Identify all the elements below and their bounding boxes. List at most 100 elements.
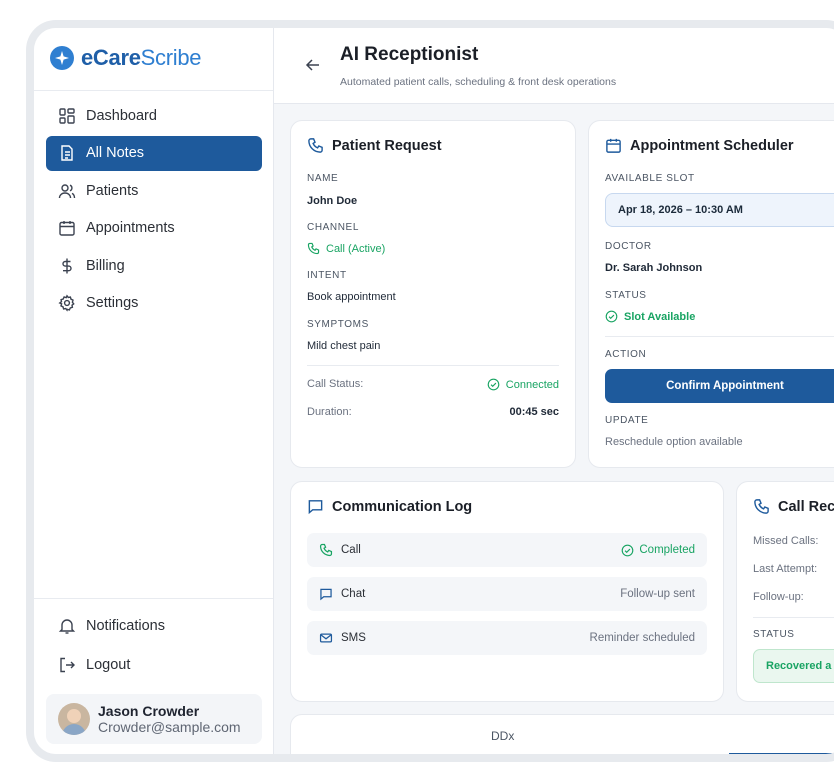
log-channel: SMS <box>341 632 366 644</box>
log-row-sms[interactable]: SMS Reminder scheduled <box>307 621 707 655</box>
chat-icon <box>308 500 323 515</box>
status-value: Slot Available <box>605 310 695 323</box>
calendar-icon <box>606 138 621 153</box>
name-label: NAME <box>307 173 339 184</box>
avatar <box>58 703 90 735</box>
mail-icon <box>319 633 333 643</box>
grid-icon <box>59 107 75 124</box>
sidebar-item-billing[interactable]: Billing <box>46 248 262 283</box>
log-row-call[interactable]: Call Completed <box>307 533 707 567</box>
action-label: ACTION <box>605 349 647 360</box>
confirm-appointment-button[interactable]: Confirm Appointment <box>605 369 834 403</box>
duration-value: 00:45 sec <box>509 406 559 418</box>
check-circle-icon <box>487 378 500 391</box>
main-content: AI Receptionist Automated patient calls,… <box>274 28 834 754</box>
card-title: Patient Request <box>307 137 442 154</box>
divider <box>34 598 273 599</box>
page-subtitle: Automated patient calls, scheduling & fr… <box>340 76 617 88</box>
sidebar-item-label: Patients <box>86 182 139 199</box>
patient-name: John Doe <box>307 195 358 207</box>
calendar-icon <box>59 221 75 236</box>
status-label: STATUS <box>605 290 647 301</box>
symptoms-label: SYMPTOMS <box>307 319 369 330</box>
patient-request-card: Patient Request NAME John Doe CHANNEL Ca… <box>290 120 576 468</box>
call-status-label: Call Status: <box>307 378 364 390</box>
tab-ddx[interactable]: DDx <box>491 729 514 743</box>
recovery-status-badge: Recovered a <box>753 649 834 683</box>
sidebar-nav: Dashboard All Notes Patients Appointment… <box>46 98 262 323</box>
sidebar-item-notifications[interactable]: Notifications <box>46 608 262 643</box>
symptoms-value: Mild chest pain <box>307 340 381 352</box>
available-slot-select[interactable]: Apr 18, 2026 – 10:30 AM <box>605 193 834 227</box>
log-row-chat[interactable]: Chat Follow-up sent <box>307 577 707 611</box>
phone-icon <box>307 242 320 255</box>
sidebar-item-label: All Notes <box>86 145 145 161</box>
log-status: Reminder scheduled <box>589 632 695 644</box>
doctor-label: DOCTOR <box>605 241 652 252</box>
card-title: Communication Log <box>307 498 472 515</box>
check-circle-icon <box>622 544 634 556</box>
sidebar-bottom-nav: Notifications Logout <box>46 608 262 685</box>
brand-logo[interactable]: eCareScribe <box>50 42 202 74</box>
user-email: Crowder@sample.com <box>98 718 241 735</box>
sidebar-item-all-notes[interactable]: All Notes <box>46 135 262 171</box>
divider <box>34 90 273 91</box>
sidebar-item-dashboard[interactable]: Dashboard <box>46 98 262 133</box>
doctor-value: Dr. Sarah Johnson <box>605 262 703 274</box>
update-label: UPDATE <box>605 415 649 426</box>
log-channel: Chat <box>341 588 366 600</box>
phone-icon <box>754 499 769 514</box>
sidebar-item-label: Settings <box>86 295 139 311</box>
communication-log-card: Communication Log Call Completed Chat Fo… <box>290 481 724 702</box>
sparkle-icon <box>50 46 74 70</box>
slot-label: AVAILABLE SLOT <box>605 173 695 184</box>
status-label: STATUS <box>753 629 795 640</box>
follow-up-label: Follow-up: <box>753 591 804 603</box>
back-arrow-icon[interactable] <box>304 56 322 74</box>
divider <box>605 336 834 337</box>
last-attempt-label: Last Attempt: <box>753 563 818 575</box>
page-header: AI Receptionist Automated patient calls,… <box>274 28 834 104</box>
logout-icon <box>60 657 75 672</box>
brand-name: eCareScribe <box>81 45 202 70</box>
user-info: Jason Crowder Crowder@sample.com <box>98 703 241 736</box>
card-title: Appointment Scheduler <box>605 137 794 154</box>
update-value: Reschedule option available <box>605 436 743 448</box>
user-name: Jason Crowder <box>98 702 200 719</box>
sidebar-item-label: Logout <box>86 656 131 673</box>
check-circle-icon <box>605 310 618 323</box>
sidebar-item-label: Billing <box>86 257 125 274</box>
channel-label: CHANNEL <box>307 222 359 233</box>
sidebar-item-settings[interactable]: Settings <box>46 286 262 321</box>
note-icon <box>61 145 73 161</box>
intent-value: Book appointment <box>307 291 396 303</box>
card-title: Call Rec <box>753 498 834 515</box>
sidebar-item-patients[interactable]: Patients <box>46 173 262 208</box>
call-status-row: Call Status: Connected <box>307 378 559 391</box>
chat-icon <box>320 588 332 601</box>
log-channel: Call <box>341 544 361 556</box>
call-recovery-card: Call Rec Missed Calls: Last Attempt: Fol… <box>736 481 834 702</box>
duration-label: Duration: <box>307 406 352 418</box>
intent-label: INTENT <box>307 270 347 281</box>
gear-icon <box>58 294 75 312</box>
bell-icon <box>58 618 76 634</box>
sidebar-item-logout[interactable]: Logout <box>46 647 262 682</box>
log-status: Follow-up sent <box>620 588 695 600</box>
page-title: AI Receptionist <box>340 44 479 65</box>
sidebar: eCareScribe Dashboard All Notes Patients… <box>34 28 274 754</box>
dollar-icon <box>62 258 72 273</box>
duration-row: Duration: 00:45 sec <box>307 406 559 418</box>
sidebar-item-label: Appointments <box>86 220 175 236</box>
sidebar-item-label: Dashboard <box>86 107 157 124</box>
divider <box>753 617 834 618</box>
call-status-value: Connected <box>487 378 559 391</box>
missed-calls-label: Missed Calls: <box>753 535 819 547</box>
user-profile-card[interactable]: Jason Crowder Crowder@sample.com <box>46 694 262 744</box>
tabs-card: DDx <box>290 714 834 754</box>
users-icon <box>58 183 76 198</box>
sidebar-item-label: Notifications <box>86 617 165 634</box>
sidebar-item-appointments[interactable]: Appointments <box>46 211 262 246</box>
phone-icon <box>308 138 323 153</box>
phone-icon <box>319 543 333 557</box>
